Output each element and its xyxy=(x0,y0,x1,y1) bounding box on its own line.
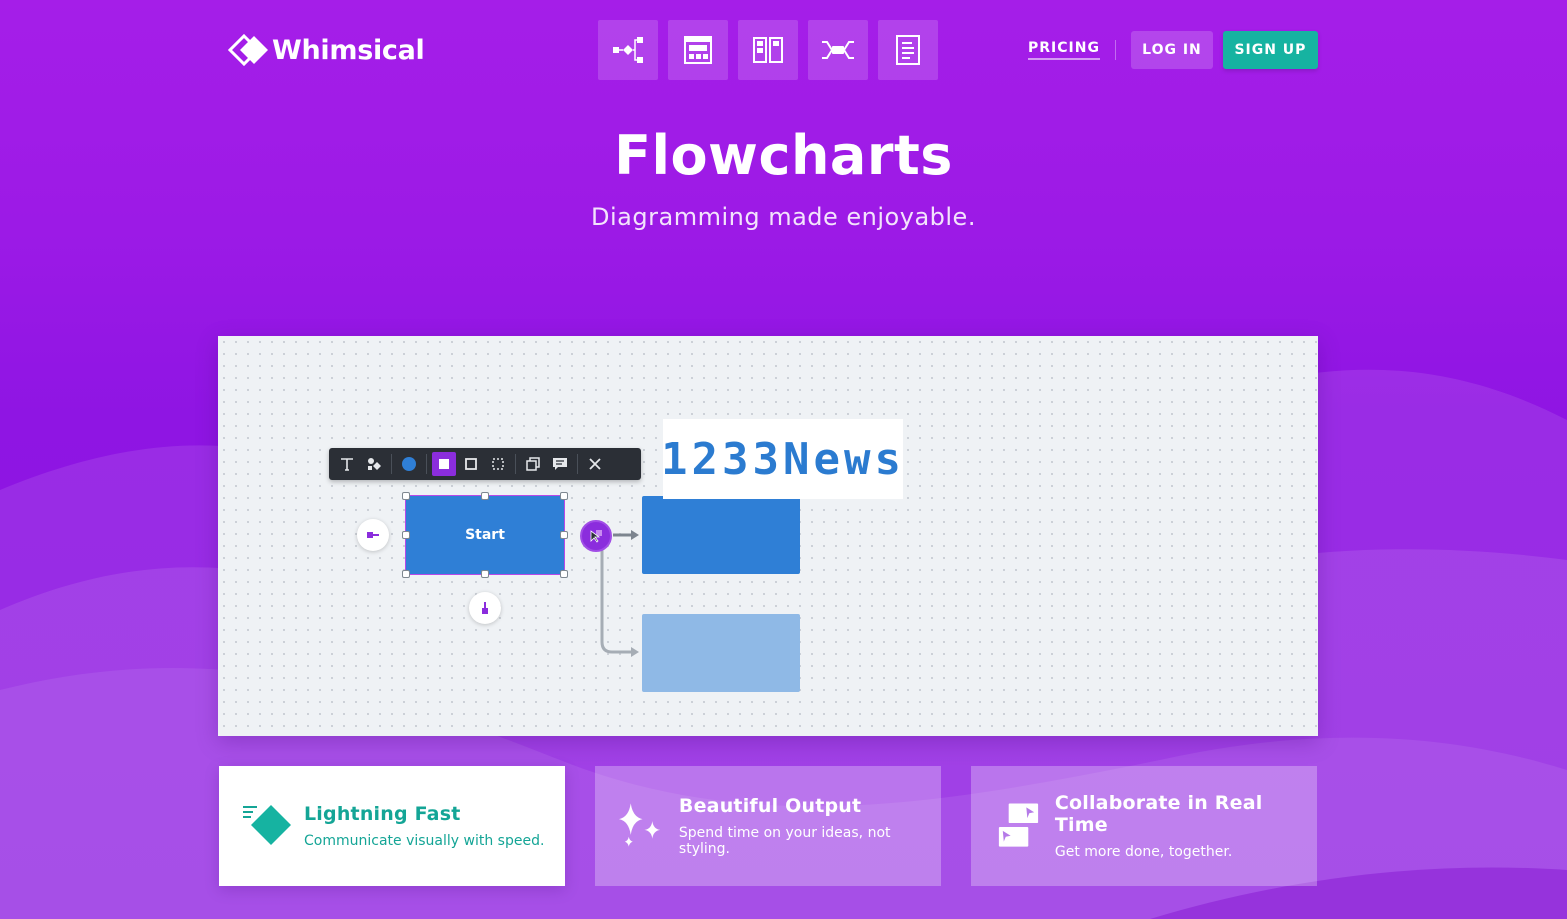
pricing-link[interactable]: PRICING xyxy=(1028,40,1100,60)
tab-wireframes[interactable] xyxy=(668,20,728,80)
nav-divider xyxy=(1114,40,1116,60)
toolbar-divider xyxy=(577,454,578,474)
flowchart-icon xyxy=(613,37,643,63)
toolbar-close-button[interactable] xyxy=(583,452,607,476)
mindmap-icon xyxy=(822,41,854,59)
toolbar-comment-button[interactable] xyxy=(548,452,572,476)
toolbar-duplicate-button[interactable] xyxy=(521,452,545,476)
fill-solid-icon xyxy=(439,459,449,469)
feature-text: Lightning Fast Communicate visually with… xyxy=(304,803,544,849)
wireframe-icon xyxy=(684,36,712,64)
feature-card-collaborate[interactable]: Collaborate in Real Time Get more done, … xyxy=(971,766,1317,886)
toolbar-fill-outline-button[interactable] xyxy=(459,452,483,476)
feature-title: Collaborate in Real Time xyxy=(1054,792,1263,836)
board-icon xyxy=(753,37,783,63)
news-overlay-text: 1233News xyxy=(661,433,905,485)
feature-card-lightning-fast[interactable]: Lightning Fast Communicate visually with… xyxy=(219,766,565,886)
feature-card-beautiful-output[interactable]: Beautiful Output Spend time on your idea… xyxy=(595,766,941,886)
brand-name: Whimsical xyxy=(272,34,425,66)
brand-logo[interactable]: Whimsical xyxy=(228,34,425,66)
resize-handle[interactable] xyxy=(402,492,410,500)
product-tabs xyxy=(598,20,938,80)
add-node-bottom-button[interactable] xyxy=(469,592,501,624)
toolbar-color-button[interactable] xyxy=(397,452,421,476)
toolbar-divider xyxy=(515,454,516,474)
tab-flowcharts[interactable] xyxy=(598,20,658,80)
close-icon xyxy=(589,458,601,470)
login-button[interactable]: LOG IN xyxy=(1130,31,1213,69)
toolbar-fill-dashed-button[interactable] xyxy=(486,452,510,476)
fill-dashed-icon xyxy=(492,458,504,470)
page-subtitle: Diagramming made enjoyable. xyxy=(591,203,976,231)
signup-button[interactable]: SIGN UP xyxy=(1222,31,1318,69)
cursor-icon xyxy=(590,530,602,543)
lightning-diamond-icon xyxy=(243,805,291,845)
sparkle-icon xyxy=(618,803,661,847)
connector-left-icon xyxy=(367,532,379,538)
resize-handle[interactable] xyxy=(560,492,568,500)
feature-description: Spend time on your ideas, not styling. xyxy=(678,825,891,857)
duplicate-icon xyxy=(526,457,540,471)
resize-handle[interactable] xyxy=(481,570,489,578)
text-icon xyxy=(341,458,353,471)
add-node-left-button[interactable] xyxy=(357,519,389,551)
tab-mind-maps[interactable] xyxy=(808,20,868,80)
feature-text: Beautiful Output Spend time on your idea… xyxy=(679,795,941,857)
toolbar-divider xyxy=(391,454,392,474)
resize-handle[interactable] xyxy=(402,531,410,539)
fill-outline-icon xyxy=(465,458,477,470)
page-title: Flowcharts xyxy=(614,124,953,187)
color-icon xyxy=(402,457,416,471)
toolbar-divider xyxy=(426,454,427,474)
feature-description: Get more done, together. xyxy=(1054,844,1233,860)
connector-down-icon xyxy=(482,602,488,614)
landing-page: Whimsical PRICING LOG IN SIGN UP Flowcha… xyxy=(0,0,1567,919)
tab-docs[interactable] xyxy=(878,20,938,80)
process-node[interactable] xyxy=(642,496,800,574)
resize-handle[interactable] xyxy=(481,492,489,500)
start-node[interactable]: Start xyxy=(405,495,565,575)
toolbar-text-button[interactable] xyxy=(335,452,359,476)
doc-icon xyxy=(896,35,920,65)
resize-handle[interactable] xyxy=(560,570,568,578)
toolbar-shapes-button[interactable] xyxy=(362,452,386,476)
add-node-right-button[interactable] xyxy=(580,520,612,552)
feature-title: Beautiful Output xyxy=(678,795,862,817)
shapes-icon xyxy=(368,458,381,470)
resize-handle[interactable] xyxy=(402,570,410,578)
resize-handle[interactable] xyxy=(560,531,568,539)
header-nav: PRICING LOG IN SIGN UP xyxy=(1028,31,1318,69)
feature-text: Collaborate in Real Time Get more done, … xyxy=(1055,792,1317,860)
toolbar-fill-solid-button[interactable] xyxy=(432,452,456,476)
feature-title: Lightning Fast xyxy=(304,803,461,825)
feature-description: Communicate visually with speed. xyxy=(304,833,545,849)
process-node-preview[interactable] xyxy=(642,614,800,692)
news-overlay: 1233News xyxy=(661,419,905,499)
start-node-label: Start xyxy=(465,527,505,543)
collaborate-icon xyxy=(998,803,1039,847)
demo-canvas[interactable]: Start 1233News xyxy=(218,336,1318,736)
whimsical-logo-icon xyxy=(228,34,268,66)
tab-boards[interactable] xyxy=(738,20,798,80)
comment-icon xyxy=(553,458,567,470)
shape-toolbar xyxy=(329,448,641,480)
